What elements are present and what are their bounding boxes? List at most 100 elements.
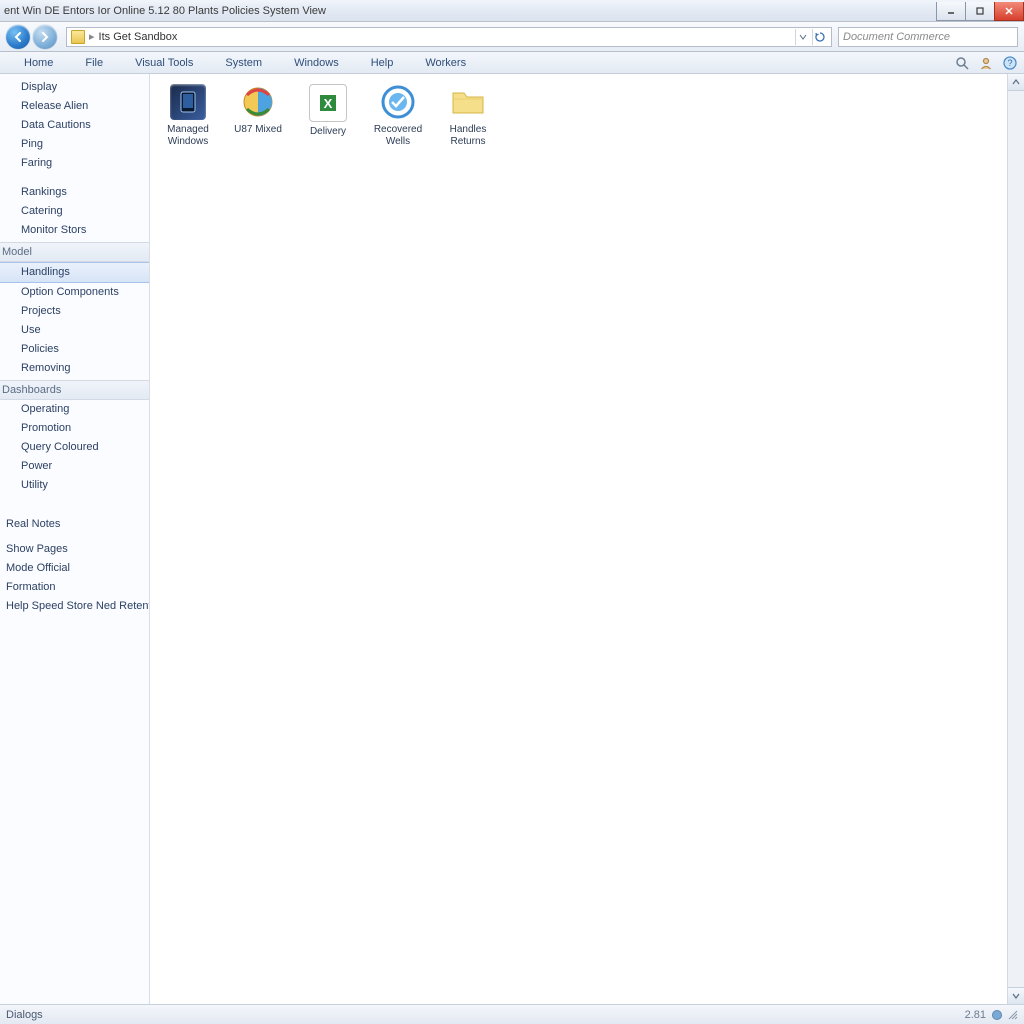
help-icon[interactable]: ? [1002,55,1018,71]
content-icon-u87-mixed[interactable]: U87 Mixed [230,84,286,148]
sidebar-item-display[interactable]: Display [0,78,149,97]
status-bar: Dialogs 2.81 [0,1004,1024,1024]
title-bar: ent Win DE Entors Ior Online 5.12 80 Pla… [0,0,1024,22]
maximize-button[interactable] [965,2,995,21]
menu-help[interactable]: Help [355,52,410,73]
sidebar-header-model: Model [0,242,149,262]
resize-grip-icon[interactable] [1008,1010,1018,1020]
menu-home[interactable]: Home [8,52,69,73]
folder-icon [71,30,85,44]
search-input[interactable]: Document Commerce [838,27,1018,47]
forward-button[interactable] [33,25,57,49]
menu-bar: Home File Visual Tools System Windows He… [0,52,1024,74]
folder-icon [450,84,486,120]
close-icon [1004,6,1014,16]
sidebar-item-policies[interactable]: Policies [0,340,149,359]
generic-icon [6,404,18,416]
vertical-scrollbar[interactable] [1007,74,1024,1004]
menu-windows[interactable]: Windows [278,52,355,73]
spreadsheet-icon: X [309,84,347,122]
status-indicator-icon [992,1010,1002,1020]
close-button[interactable] [994,2,1024,21]
device-icon [170,84,206,120]
icons-row: Managed Windows U87 Mixed X Delivery [160,84,1014,148]
back-button[interactable] [6,25,30,49]
generic-icon [6,480,18,492]
shield-icon [380,84,416,120]
minimize-button[interactable] [936,2,966,21]
generic-icon [6,461,18,473]
sidebar-item-catering[interactable]: Catering [0,202,149,221]
sidebar-item-option-components[interactable]: Option Components [0,283,149,302]
user-icon[interactable] [978,55,994,71]
sidebar-item-faring[interactable]: Faring [0,154,149,173]
generic-icon [6,344,18,356]
sidebar-item-handlings[interactable]: Handlings [0,262,149,283]
status-value: 2.81 [965,1009,986,1021]
sidebar-item-query-coloured[interactable]: Query Coloured [0,438,149,457]
scroll-down-icon[interactable] [1008,987,1024,1004]
content-icon-delivery[interactable]: X Delivery [300,84,356,148]
generic-icon [6,225,18,237]
generic-icon [6,120,18,132]
content-icon-handles-returns[interactable]: Handles Returns [440,84,496,148]
sidebar-item-data-cautions[interactable]: Data Cautions [0,116,149,135]
content-icon-managed-windows[interactable]: Managed Windows [160,84,216,148]
generic-icon [6,206,18,218]
generic-icon [6,267,18,279]
generic-icon [6,158,18,170]
window-controls [937,2,1024,20]
search-icon[interactable] [954,55,970,71]
sidebar-item-release-alien[interactable]: Release Alien [0,97,149,116]
menu-file[interactable]: File [69,52,119,73]
content-pane: Managed Windows U87 Mixed X Delivery [150,74,1024,1004]
status-right: 2.81 [965,1009,1018,1021]
sidebar-item-mode-official[interactable]: Mode Official [0,559,149,578]
sidebar-item-use[interactable]: Use [0,321,149,340]
generic-icon [6,423,18,435]
generic-icon [6,363,18,375]
main-area: Display Release Alien Data Cautions Ping… [0,74,1024,1004]
sidebar-header-dashboards: Dashboards [0,380,149,400]
sidebar-item-help-speed[interactable]: Help Speed Store Ned Retention [0,597,149,616]
sidebar-item-ping[interactable]: Ping [0,135,149,154]
sidebar-item-promotion[interactable]: Promotion [0,419,149,438]
back-arrow-icon [12,31,24,43]
menu-system[interactable]: System [209,52,278,73]
window-title: ent Win DE Entors Ior Online 5.12 80 Pla… [4,5,326,17]
generic-icon [6,442,18,454]
svg-text:X: X [324,96,333,111]
search-placeholder: Document Commerce [843,31,950,43]
sidebar-item-show-pages[interactable]: Show Pages [0,540,149,559]
generic-icon [6,287,18,299]
sidebar-item-operating[interactable]: Operating [0,400,149,419]
sidebar-item-power[interactable]: Power [0,457,149,476]
menu-visual-tools[interactable]: Visual Tools [119,52,209,73]
status-left-text: Dialogs [6,1009,43,1021]
forward-arrow-icon [39,31,51,43]
sidebar-item-utility[interactable]: Utility [0,476,149,495]
sidebar-item-real-notes[interactable]: Real Notes [0,515,149,534]
content-icon-recovered-wells[interactable]: Recovered Wells [370,84,426,148]
breadcrumb-text: Its Get Sandbox [99,31,178,43]
sidebar-item-formation[interactable]: Formation [0,578,149,597]
generic-icon [6,306,18,318]
minimize-icon [946,6,956,16]
scroll-up-icon[interactable] [1008,74,1024,91]
menu-workers[interactable]: Workers [409,52,482,73]
nav-bar: ▸ Its Get Sandbox Document Commerce [0,22,1024,52]
breadcrumb-dropdown-icon[interactable] [795,29,810,45]
sidebar: Display Release Alien Data Cautions Ping… [0,74,150,1004]
breadcrumb[interactable]: ▸ Its Get Sandbox [66,27,832,47]
generic-icon [6,139,18,151]
sidebar-item-removing[interactable]: Removing [0,359,149,378]
sidebar-item-rankings[interactable]: Rankings [0,183,149,202]
maximize-icon [975,6,985,16]
generic-icon [6,325,18,337]
generic-icon [6,101,18,113]
sidebar-item-projects[interactable]: Projects [0,302,149,321]
svg-text:?: ? [1007,58,1012,68]
generic-icon [6,82,18,94]
sidebar-item-monitor-stors[interactable]: Monitor Stors [0,221,149,240]
refresh-button[interactable] [812,29,827,45]
